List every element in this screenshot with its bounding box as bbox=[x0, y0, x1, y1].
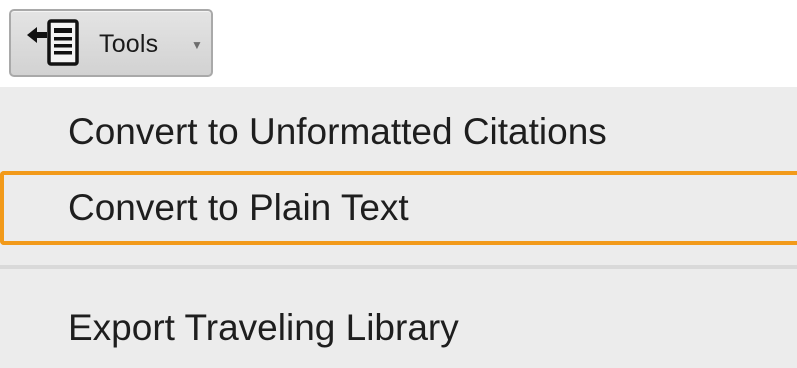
chevron-down-icon: ▼ bbox=[191, 38, 203, 52]
menu-item-label: Convert to Plain Text bbox=[68, 187, 409, 228]
menu-item-label: Export Traveling Library bbox=[68, 307, 459, 348]
tools-label: Tools bbox=[99, 30, 159, 58]
document-import-icon bbox=[27, 19, 79, 66]
menu-separator bbox=[0, 265, 797, 269]
menu-item-export-traveling-library[interactable]: Export Traveling Library bbox=[0, 287, 797, 368]
tools-dropdown-menu: Convert to Unformatted Citations Convert… bbox=[0, 87, 797, 368]
screen: Tools ▼ Convert to Unformatted Citations… bbox=[0, 0, 797, 368]
menu-item-label: Convert to Unformatted Citations bbox=[68, 111, 607, 152]
menu-item-convert-unformatted-citations[interactable]: Convert to Unformatted Citations bbox=[0, 87, 797, 177]
tools-menu-button[interactable]: Tools ▼ bbox=[9, 9, 213, 77]
menu-item-convert-plain-text[interactable]: Convert to Plain Text bbox=[0, 171, 797, 245]
